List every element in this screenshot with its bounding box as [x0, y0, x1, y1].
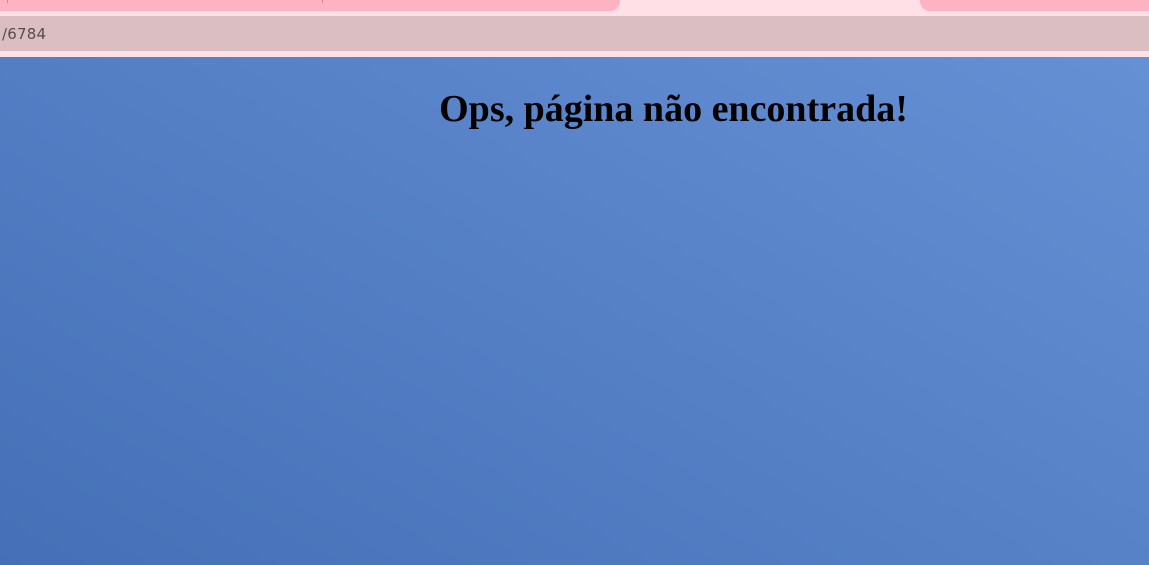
address-text[interactable]: /6784	[2, 25, 46, 43]
tab-strip	[0, 0, 1149, 13]
page-content: Ops, página não encontrada!	[0, 57, 1149, 565]
address-bar[interactable]: /6784	[0, 16, 1149, 51]
browser-tab[interactable]	[920, 0, 1149, 11]
page-title: Ops, página não encontrada!	[439, 88, 908, 130]
tab-text-fragment	[7, 0, 8, 3]
browser-chrome: /6784	[0, 0, 1149, 57]
browser-tab[interactable]	[0, 0, 620, 11]
tab-text-fragment	[322, 0, 323, 3]
chrome-divider	[0, 51, 1149, 56]
